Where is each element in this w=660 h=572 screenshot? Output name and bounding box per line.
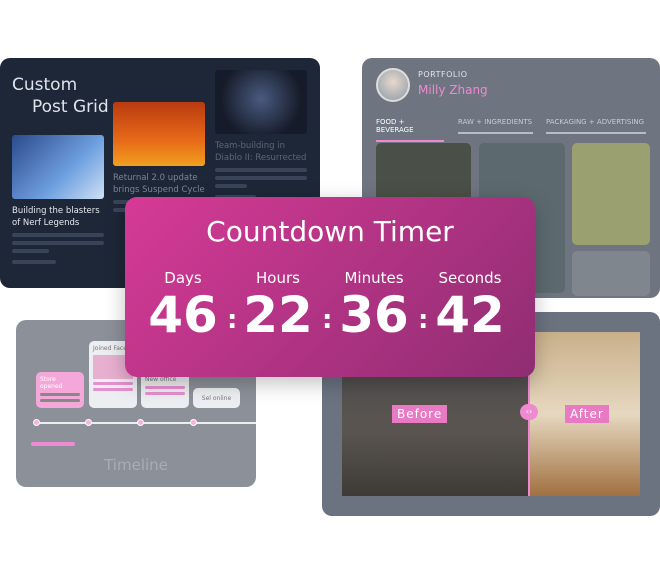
post-card[interactable]: Team-building in Diablo II: Resurrected — [215, 70, 307, 199]
post-card[interactable]: Returnal 2.0 update brings Suspend Cycle — [113, 102, 205, 212]
post-caption[interactable]: Team-building in Diablo II: Resurrected — [215, 140, 307, 164]
slider-arrows-icon[interactable]: ‹› — [520, 404, 538, 420]
countdown-title: Countdown Timer — [206, 215, 454, 248]
portfolio-label: PORTFOLIO — [418, 70, 468, 79]
countdown-seconds: Seconds 42 — [435, 269, 505, 344]
grid-title-2: Post Grid — [32, 97, 109, 117]
before-label: Before — [392, 405, 448, 423]
post-card[interactable]: Building the blasters of Nerf Legends — [12, 135, 104, 264]
countdown-days: Days 46 — [148, 269, 218, 344]
timeline-event: New office — [141, 372, 189, 408]
post-image — [215, 70, 307, 134]
timeline-title: Timeline — [104, 456, 168, 474]
avatar — [376, 68, 410, 102]
tab-raw-ingredients[interactable]: RAW + INGREDIENTS — [458, 118, 533, 134]
countdown-minutes: Minutes 36 — [339, 269, 409, 344]
after-label: After — [565, 405, 609, 423]
photo[interactable] — [572, 143, 650, 245]
tab-food-beverage[interactable]: FOOD + BEVERAGE — [376, 118, 444, 142]
post-caption[interactable]: Returnal 2.0 update brings Suspend Cycle — [113, 172, 205, 196]
grid-title-1: Custom — [12, 75, 78, 95]
timeline-line — [36, 422, 256, 424]
post-image — [12, 135, 104, 199]
portfolio-name: Milly Zhang — [418, 83, 488, 97]
photo[interactable] — [572, 251, 650, 296]
timeline-event: Store opened — [36, 372, 84, 408]
countdown-timer-card: Countdown Timer Days 46 : Hours 22 : Minut… — [125, 197, 535, 377]
timeline-event: Sel online — [193, 388, 240, 408]
post-image — [113, 102, 205, 166]
post-caption[interactable]: Building the blasters of Nerf Legends — [12, 205, 104, 229]
tab-packaging-advertising[interactable]: PACKAGING + ADVERTISING — [546, 118, 646, 134]
countdown-hours: Hours 22 — [243, 269, 313, 344]
